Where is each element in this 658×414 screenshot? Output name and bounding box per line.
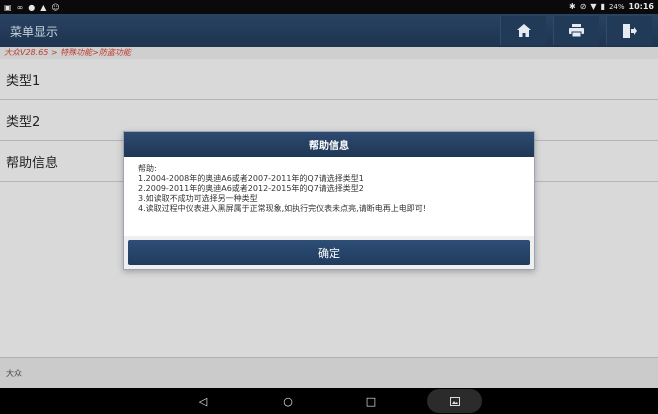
home-icon <box>516 24 531 37</box>
help-line: 帮助: <box>138 164 157 173</box>
footer-bar: 大众 <box>0 357 658 388</box>
print-button[interactable] <box>553 16 599 45</box>
battery-percent: 24% <box>608 2 625 11</box>
title-bar: 菜单显示 <box>0 14 658 47</box>
menu-item-label: 类型1 <box>6 73 41 89</box>
clock: 10:16 <box>628 2 654 11</box>
help-line: 1.2004-2008年的奥迪A6或者2007-2011年的Q7请选择类型1 <box>138 174 364 183</box>
wifi-icon: ▼ <box>590 2 597 11</box>
back-button[interactable]: ◁ <box>193 393 213 409</box>
battery-icon: ▮ <box>600 2 605 11</box>
ok-button[interactable]: 确定 <box>128 240 530 265</box>
chat-icon: ● <box>28 3 36 12</box>
do-not-disturb-icon: ⊘ <box>579 2 587 11</box>
menu-item-label: 帮助信息 <box>6 155 59 171</box>
menu-item-label: 类型2 <box>6 114 41 130</box>
recent-apps-button[interactable]: □ <box>361 393 381 409</box>
print-icon <box>569 24 584 37</box>
warning-icon: ▲ <box>40 3 47 12</box>
home-button[interactable] <box>500 16 546 45</box>
screenshot-icon <box>449 396 460 406</box>
android-nav-bar: ◁ ○ □ <box>0 388 658 414</box>
status-bar: ▣ ∞ ● ▲ ☺ ✱ ⊘ ▼ ▮ 24% 10:16 <box>0 0 658 14</box>
breadcrumb: 大众V28.65 > 特殊功能>防盗功能 <box>0 47 658 59</box>
exit-icon <box>622 23 637 38</box>
recent-apps-icon: □ <box>365 394 377 408</box>
back-icon: ◁ <box>198 394 208 408</box>
status-left-icons: ▣ ∞ ● ▲ ☺ <box>4 2 60 13</box>
image-icon: ▣ <box>4 3 12 12</box>
exit-button[interactable] <box>606 16 652 45</box>
dialog-body: 帮助: 1.2004-2008年的奥迪A6或者2007-2011年的Q7请选择类… <box>124 157 534 236</box>
android-icon: ☺ <box>51 3 60 12</box>
screenshot-button[interactable] <box>427 389 482 413</box>
help-dialog: 帮助信息 帮助: 1.2004-2008年的奥迪A6或者2007-2011年的Q… <box>123 131 535 270</box>
help-line: 3.如读取不成功可选择另一种类型 <box>138 194 258 203</box>
bluetooth-icon: ✱ <box>569 2 576 11</box>
home-nav-button[interactable]: ○ <box>278 393 298 409</box>
dialog-footer: 确定 <box>124 236 534 269</box>
page-title: 菜单显示 <box>10 25 59 39</box>
help-line: 4.读取过程中仪表进入黑屏属于正常现象,如执行完仪表未点亮,请断电再上电即可! <box>138 204 426 213</box>
dialog-title: 帮助信息 <box>124 132 534 157</box>
menu-item-type-1[interactable]: 类型1 <box>0 59 658 100</box>
status-right-icons: ✱ ⊘ ▼ ▮ 24% 10:16 <box>569 1 654 12</box>
breadcrumb-text: 大众V28.65 > 特殊功能>防盗功能 <box>4 48 131 57</box>
help-line: 2.2009-2011年的奥迪A6或者2012-2015年的Q7请选择类型2 <box>138 184 364 193</box>
footer-brand: 大众 <box>6 369 22 378</box>
voicemail-icon: ∞ <box>16 3 24 12</box>
home-circle-icon: ○ <box>283 394 293 408</box>
